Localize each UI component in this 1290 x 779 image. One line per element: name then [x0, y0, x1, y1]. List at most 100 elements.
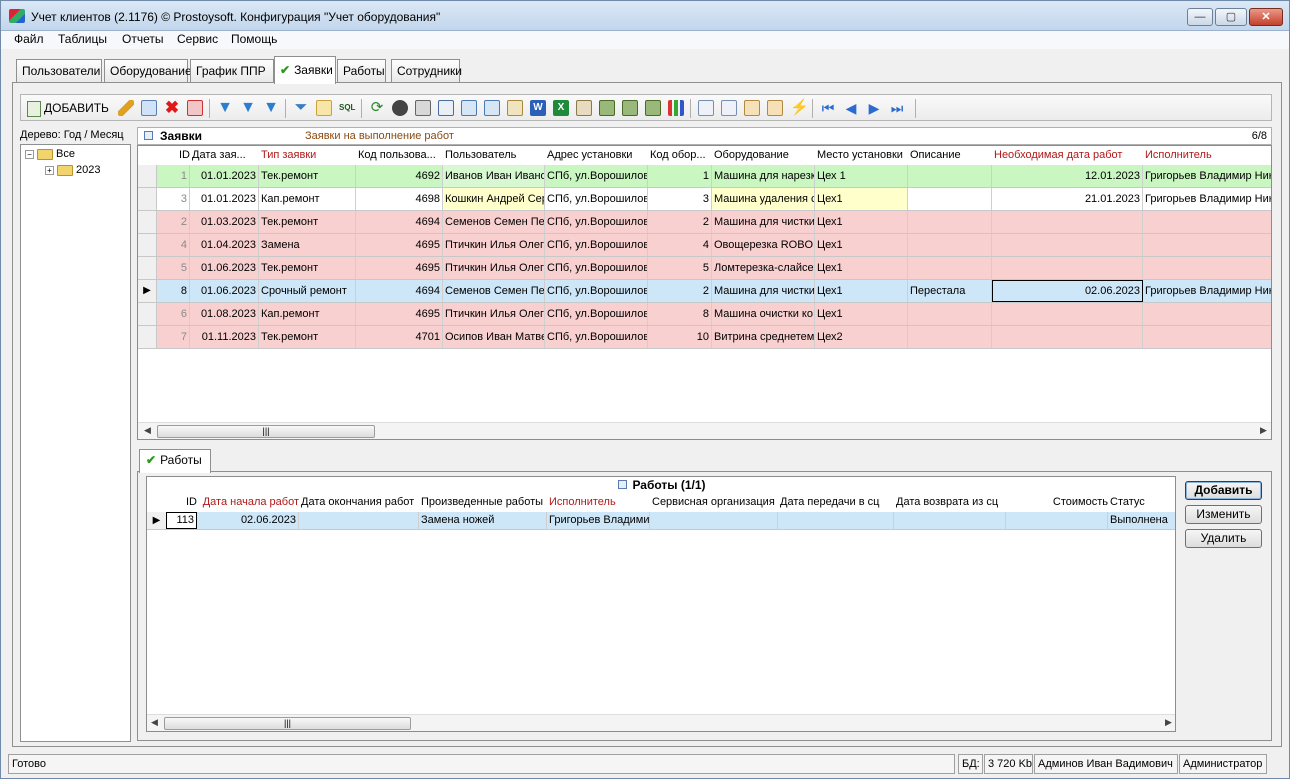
table-cell[interactable]: 1 — [648, 165, 712, 187]
table-cell[interactable]: Ломтерезка-слайсер — [712, 257, 815, 279]
export-csv-icon[interactable] — [622, 100, 638, 116]
table-cell[interactable] — [894, 512, 1006, 529]
filter-remove-icon[interactable]: ▼ — [240, 100, 256, 116]
column-header[interactable]: Оборудование — [714, 149, 815, 161]
column-header[interactable]: Адрес установки — [547, 149, 648, 161]
table-cell[interactable]: Цех2 — [815, 326, 908, 348]
table-cell[interactable] — [908, 211, 992, 233]
column-header[interactable]: Необходимая дата работ — [994, 149, 1143, 161]
tab-users[interactable]: Пользователи — [16, 59, 102, 83]
funnel-icon[interactable]: ⏷ — [293, 100, 309, 116]
binoculars-icon[interactable] — [392, 100, 408, 116]
export-xml-icon[interactable] — [645, 100, 661, 116]
table-cell[interactable]: 01.01.2023 — [190, 165, 259, 187]
table-cell[interactable] — [650, 512, 778, 529]
columns-icon[interactable] — [744, 100, 760, 116]
table-cell[interactable]: СПб, ул.Ворошилова — [545, 303, 648, 325]
export-html-icon[interactable] — [507, 100, 523, 116]
works-hscrollbar[interactable]: ◀ ||| ▶ — [147, 714, 1175, 731]
table-cell[interactable] — [1143, 326, 1271, 348]
column-header[interactable]: Место установки — [817, 149, 908, 161]
column-header[interactable]: Дата окончания работ — [301, 496, 419, 508]
delete-all-icon[interactable] — [187, 100, 203, 116]
table-cell[interactable]: СПб, ул.Ворошилова — [545, 326, 648, 348]
works-delete-button[interactable]: Удалить — [1185, 529, 1262, 548]
table-cell[interactable]: Цех1 — [815, 303, 908, 325]
table-cell[interactable] — [908, 165, 992, 187]
table-cell[interactable]: 7 — [157, 326, 190, 348]
table-cell[interactable]: Птичкин Илья Олегович — [443, 257, 545, 279]
table-cell[interactable]: 01.03.2023 — [190, 211, 259, 233]
row-indicator[interactable]: ▶ — [147, 512, 166, 529]
table-cell[interactable]: 02.06.2023 — [992, 280, 1143, 302]
table-cell[interactable]: 02.06.2023 — [197, 512, 299, 529]
export-txt-icon[interactable] — [599, 100, 615, 116]
column-header[interactable]: Стоимость — [1008, 496, 1108, 508]
column-header[interactable]: Пользователь — [445, 149, 545, 161]
table-cell[interactable]: 3 — [157, 188, 190, 210]
columns-settings-icon[interactable] — [767, 100, 783, 116]
table-cell[interactable]: Машина для чистки — [712, 211, 815, 233]
row-indicator[interactable] — [138, 303, 157, 325]
table-cell[interactable]: Замена — [259, 234, 356, 256]
filter-icon[interactable]: ▼ — [217, 100, 233, 116]
column-header[interactable]: Произведенные работы — [421, 496, 547, 508]
table-cell[interactable]: 2 — [648, 211, 712, 233]
table-row[interactable]: 6 01.08.2023 Кап.ремонт 4695 Птичкин Илья Ол… — [138, 303, 1271, 326]
subtab-works[interactable]: ✔ Работы — [139, 449, 211, 473]
table-cell[interactable]: Замена ножей — [419, 512, 547, 529]
scroll-right-icon[interactable]: ▶ — [1165, 717, 1172, 728]
table-cell[interactable] — [992, 257, 1143, 279]
table-cell[interactable]: 4698 — [356, 188, 443, 210]
table-cell[interactable]: 1 — [157, 165, 190, 187]
export-icon[interactable] — [461, 100, 477, 116]
table-cell[interactable]: Семенов Семен Петрович — [443, 211, 545, 233]
table-cell[interactable]: СПб, ул.Ворошилова — [545, 234, 648, 256]
table-cell[interactable]: Кап.ремонт — [259, 303, 356, 325]
tab-staff[interactable]: Сотрудники — [391, 59, 462, 83]
row-indicator[interactable]: ▶ — [138, 280, 157, 302]
prev-record-icon[interactable]: ◀ — [843, 100, 859, 116]
print-preview-icon[interactable] — [438, 100, 454, 116]
tab-equipment[interactable]: Оборудование — [104, 59, 192, 83]
close-button[interactable]: ✕ — [1249, 8, 1283, 26]
table-cell[interactable]: Машина удаления с — [712, 188, 815, 210]
table-cell[interactable]: Григорьев Владимир Николаевич — [1143, 188, 1271, 210]
print-icon[interactable] — [415, 100, 431, 116]
table-cell[interactable]: 6 — [157, 303, 190, 325]
table-cell[interactable]: Григорьев Владимир Николаевич — [547, 512, 650, 529]
scroll-left-icon[interactable]: ◀ — [144, 425, 151, 436]
table-row[interactable]: 401.04.2023Замена4695Птичкин Илья Олегов… — [138, 234, 1271, 257]
table-cell[interactable]: 01.01.2023 — [190, 188, 259, 210]
table-cell[interactable]: Машина для чистки — [712, 280, 815, 302]
column-header[interactable]: Код обор... — [650, 149, 712, 161]
table-cell[interactable]: СПб, ул.Ворошилова — [545, 211, 648, 233]
tab-ppr-schedule[interactable]: График ППР — [190, 59, 274, 83]
table-cell[interactable]: Иванов Иван Иванович — [443, 165, 545, 187]
table-cell[interactable]: 2 — [648, 280, 712, 302]
table-cell[interactable] — [1143, 234, 1271, 256]
minimize-button[interactable]: — — [1187, 8, 1213, 26]
table-cell[interactable]: 21.01.2023 — [992, 188, 1143, 210]
table-cell[interactable]: Птичкин Илья Олегович — [443, 234, 545, 256]
tree-node-all[interactable]: − Все — [25, 148, 75, 160]
table-cell[interactable]: 4695 — [356, 257, 443, 279]
requests-hscrollbar[interactable]: ◀ ||| ▶ — [138, 422, 1271, 439]
table-cell[interactable]: Птичкин Илья Олегович — [443, 303, 545, 325]
table-cell[interactable]: 01.11.2023 — [190, 326, 259, 348]
maximize-button[interactable]: ▢ — [1215, 8, 1247, 26]
menu-tables[interactable]: Таблицы — [58, 32, 107, 46]
table-cell[interactable]: Осипов Иван Матвеевич — [443, 326, 545, 348]
scroll-thumb[interactable]: ||| — [157, 425, 375, 438]
table-cell[interactable]: 4 — [648, 234, 712, 256]
column-header[interactable]: ID — [159, 149, 190, 161]
table-cell[interactable]: Машина очистки ко — [712, 303, 815, 325]
column-header[interactable]: Код пользова... — [358, 149, 443, 161]
export-word-icon[interactable]: W — [530, 100, 546, 116]
table-cell[interactable]: 8 — [157, 280, 190, 302]
table-cell[interactable]: Выполнена — [1108, 512, 1175, 529]
table-cell[interactable] — [1143, 257, 1271, 279]
table-row[interactable]: 1 01.01.2023 Тек.ремонт 4692 Иванов Иван Ива… — [138, 165, 1271, 188]
table-cell[interactable]: Тек.ремонт — [259, 165, 356, 187]
table-cell[interactable]: Цех 1 — [815, 165, 908, 187]
